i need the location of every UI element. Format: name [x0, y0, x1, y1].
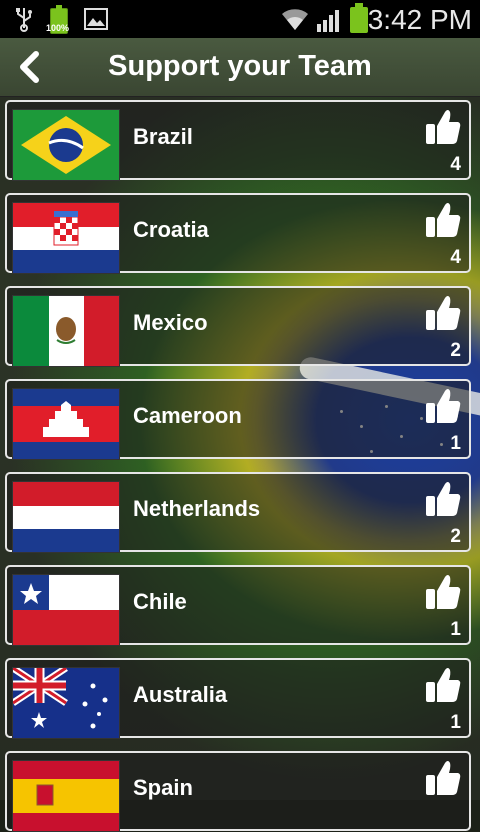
- signal-icon: [317, 10, 339, 32]
- like-control[interactable]: [423, 757, 463, 829]
- like-control[interactable]: 4: [423, 106, 463, 178]
- team-name: Spain: [133, 775, 193, 800]
- like-control[interactable]: 2: [423, 292, 463, 364]
- battery-percent: 100%: [46, 23, 70, 33]
- like-count: 4: [450, 154, 461, 175]
- team-name: Netherlands: [133, 496, 261, 521]
- spain-flag: [12, 760, 120, 832]
- team-row-croatia[interactable]: Croatia 4: [5, 193, 471, 274]
- team-row-chile[interactable]: Chile 1: [5, 565, 471, 646]
- croatia-flag: [12, 202, 120, 274]
- wifi-icon: [282, 9, 308, 31]
- netherlands-flag: [12, 481, 120, 553]
- clock: 3:42 PM: [367, 4, 472, 35]
- team-name: Australia: [133, 682, 228, 707]
- team-name: Brazil: [133, 124, 193, 149]
- team-row-netherlands[interactable]: Netherlands 2: [5, 472, 471, 553]
- thumbs-up-icon[interactable]: [425, 387, 461, 425]
- team-name: Croatia: [133, 217, 209, 242]
- team-name: Mexico: [133, 310, 208, 335]
- mexico-flag: [12, 295, 120, 367]
- brazil-flag: [12, 109, 120, 181]
- chile-flag: [12, 574, 120, 646]
- like-count: 1: [450, 712, 461, 733]
- thumbs-up-icon[interactable]: [425, 759, 461, 797]
- team-row-cameroon[interactable]: Cameroon 1: [5, 379, 471, 460]
- australia-flag: [12, 667, 120, 739]
- like-control[interactable]: 1: [423, 664, 463, 736]
- thumbs-up-icon[interactable]: [425, 480, 461, 518]
- like-count: 2: [450, 340, 461, 361]
- cambodia-flag: [12, 388, 120, 460]
- like-count: 1: [450, 433, 461, 454]
- thumbs-up-icon[interactable]: [425, 573, 461, 611]
- like-control[interactable]: 1: [423, 385, 463, 457]
- usb-icon: [16, 8, 32, 32]
- app-header: Support your Team: [0, 38, 480, 97]
- team-row-mexico[interactable]: Mexico 2: [5, 286, 471, 367]
- thumbs-up-icon[interactable]: [425, 108, 461, 146]
- like-count: 1: [450, 619, 461, 640]
- thumbs-up-icon[interactable]: [425, 666, 461, 704]
- like-control[interactable]: 2: [423, 478, 463, 550]
- like-count: 4: [450, 247, 461, 268]
- team-name: Cameroon: [133, 403, 242, 428]
- team-name: Chile: [133, 589, 187, 614]
- thumbs-up-icon[interactable]: [425, 201, 461, 239]
- team-row-australia[interactable]: Australia 1: [5, 658, 471, 739]
- page-title: Support your Team: [108, 50, 372, 82]
- status-bar: 100% 3:42 PM: [0, 0, 480, 38]
- like-control[interactable]: 1: [423, 571, 463, 643]
- team-row-spain[interactable]: Spain: [5, 751, 471, 832]
- image-icon: [84, 8, 108, 30]
- like-control[interactable]: 4: [423, 199, 463, 271]
- thumbs-up-icon[interactable]: [425, 294, 461, 332]
- team-row-brazil[interactable]: Brazil 4: [5, 100, 471, 181]
- battery-icon: [350, 3, 368, 33]
- like-count: 2: [450, 526, 461, 547]
